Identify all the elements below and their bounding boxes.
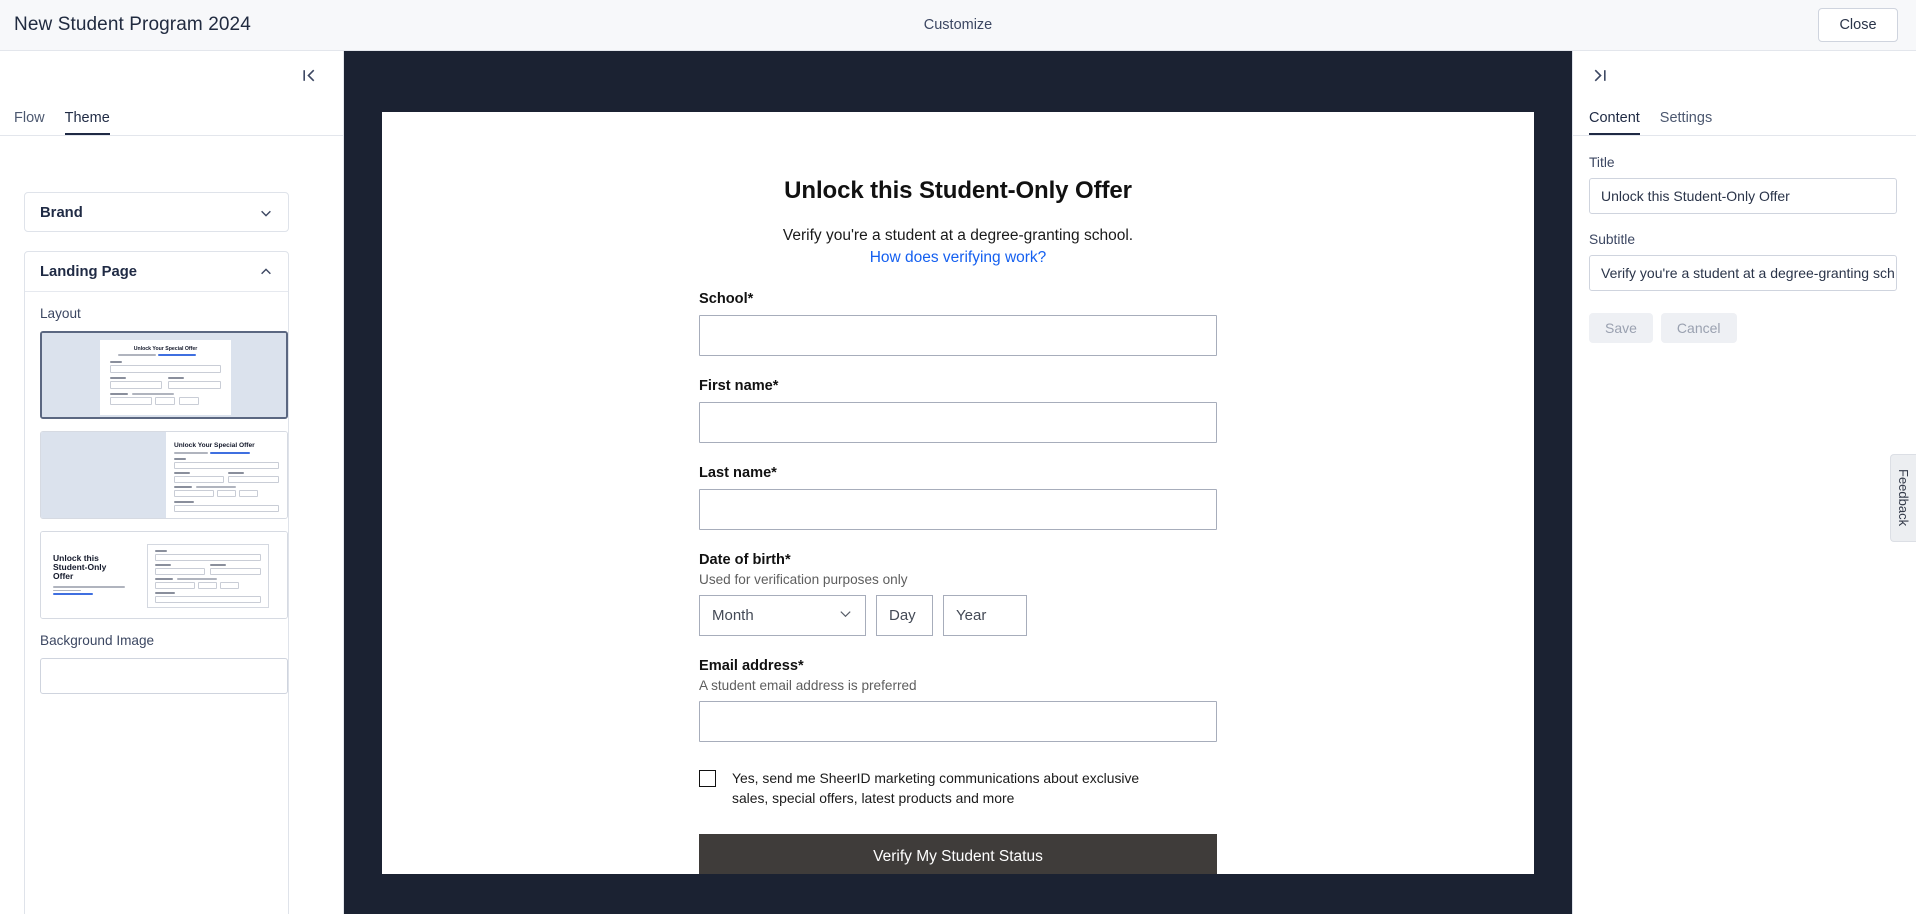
theme-sidebar: Flow Theme Brand Landing Page Layout Unl… xyxy=(0,51,344,914)
dob-day-input[interactable]: Day xyxy=(876,595,933,636)
collapse-right-panel-icon[interactable] xyxy=(1587,63,1611,87)
chevron-up-icon xyxy=(259,265,273,279)
field-email-address: Email address* A student email address i… xyxy=(699,658,1217,742)
background-image-label: Background Image xyxy=(40,633,155,648)
dob-month-value: Month xyxy=(712,607,754,624)
title-input[interactable]: Unlock this Student-Only Offer xyxy=(1589,178,1897,214)
close-button[interactable]: Close xyxy=(1818,8,1898,42)
field-last-name: Last name* xyxy=(699,465,1217,530)
thumb-title: Unlock Your Special Offer xyxy=(174,442,255,449)
subtitle-input[interactable]: Verify you're a student at a degree-gran… xyxy=(1589,255,1897,291)
field-last-name-label: Last name* xyxy=(699,465,777,481)
accordion-landing-page: Landing Page Layout Unlock Your Special … xyxy=(24,251,289,914)
thumb-card: Unlock Your Special Offer xyxy=(100,340,231,415)
feedback-tab-label: Feedback xyxy=(1896,469,1911,527)
accordion-brand[interactable]: Brand xyxy=(24,192,289,232)
content-sidebar-body: Title Unlock this Student-Only Offer Sub… xyxy=(1573,137,1916,343)
content-sidebar-tabs: Content Settings xyxy=(1573,101,1916,136)
dob-row: Month Day Year xyxy=(699,595,1217,636)
subtitle-field-label: Subtitle xyxy=(1589,232,1636,247)
tab-flow[interactable]: Flow xyxy=(14,110,45,135)
tab-content[interactable]: Content xyxy=(1589,110,1640,135)
chevron-down-icon xyxy=(838,606,853,625)
sidebar-tabs: Flow Theme xyxy=(0,101,343,136)
landing-page-content: Layout Unlock Your Special Offer Unlock … xyxy=(25,292,288,694)
how-verifying-works-link[interactable]: How does verifying work? xyxy=(382,249,1534,267)
sidebar-body: Brand Landing Page Layout Unlock Your Sp… xyxy=(0,137,343,914)
accordion-landing-page-header[interactable]: Landing Page xyxy=(25,252,288,292)
last-name-input[interactable] xyxy=(699,489,1217,530)
field-date-of-birth: Date of birth* Used for verification pur… xyxy=(699,552,1217,636)
marketing-consent-checkbox[interactable] xyxy=(699,770,716,787)
thumb-card xyxy=(147,544,269,608)
cancel-button[interactable]: Cancel xyxy=(1660,313,1737,343)
verify-my-student-status-button[interactable]: Verify My Student Status xyxy=(699,834,1217,874)
marketing-consent-row: Yes, send me SheerID marketing communica… xyxy=(699,768,1217,808)
first-name-input[interactable] xyxy=(699,402,1217,443)
collapse-left-panel-icon[interactable] xyxy=(297,63,321,87)
field-school: School* xyxy=(699,291,1217,356)
background-image-input[interactable] xyxy=(40,658,288,694)
layout-option-right-aligned[interactable]: Unlock Your Special Offer xyxy=(40,431,288,519)
thumb-title: Unlock Your Special Offer xyxy=(133,346,198,352)
thumb-hero-text: Unlock this Student-Only Offer xyxy=(53,554,131,595)
feedback-tab[interactable]: Feedback xyxy=(1890,454,1916,542)
accordion-landing-page-label: Landing Page xyxy=(40,263,138,280)
chevron-down-icon xyxy=(259,206,273,220)
accordion-brand-header[interactable]: Brand xyxy=(25,193,288,233)
dob-month-select[interactable]: Month xyxy=(699,595,866,636)
tab-theme[interactable]: Theme xyxy=(64,110,110,135)
accordion-brand-label: Brand xyxy=(40,205,83,221)
field-email-label: Email address* xyxy=(699,658,804,674)
field-school-label: School* xyxy=(699,291,754,307)
thumb-card: Unlock Your Special Offer xyxy=(166,432,287,518)
thumb-hero-line3: Offer xyxy=(53,571,74,581)
field-email-help: A student email address is preferred xyxy=(699,678,917,693)
layout-option-centered-card[interactable]: Unlock Your Special Offer xyxy=(40,331,288,419)
layout-section-label: Layout xyxy=(40,306,81,321)
field-dob-label: Date of birth* xyxy=(699,552,791,568)
form-fields: School* First name* Last name* Date of b… xyxy=(699,291,1217,874)
content-sidebar: Content Settings Title Unlock this Stude… xyxy=(1572,51,1916,914)
customize-label: Customize xyxy=(923,17,993,33)
landing-form: Unlock this Student-Only Offer Verify yo… xyxy=(382,112,1534,874)
field-first-name: First name* xyxy=(699,378,1217,443)
landing-page-preview-card: Unlock this Student-Only Offer Verify yo… xyxy=(382,112,1534,874)
save-button[interactable]: Save xyxy=(1589,313,1653,343)
school-input[interactable] xyxy=(699,315,1217,356)
dob-year-input[interactable]: Year xyxy=(943,595,1027,636)
marketing-consent-label: Yes, send me SheerID marketing communica… xyxy=(732,770,1140,807)
content-actions: Save Cancel xyxy=(1589,313,1916,343)
field-dob-help: Used for verification purposes only xyxy=(699,572,908,587)
tab-settings[interactable]: Settings xyxy=(1660,110,1712,135)
top-bar: New Student Program 2024 Customize Close xyxy=(0,0,1916,51)
field-first-name-label: First name* xyxy=(699,378,779,394)
email-input[interactable] xyxy=(699,701,1217,742)
preview-stage: Unlock this Student-Only Offer Verify yo… xyxy=(344,51,1572,914)
page-title: Unlock this Student-Only Offer xyxy=(784,177,1132,204)
page-subtitle: Verify you're a student at a degree-gran… xyxy=(782,227,1134,244)
thumb-background xyxy=(41,432,166,518)
title-field-label: Title xyxy=(1589,155,1615,170)
layout-option-split-hero[interactable]: Unlock this Student-Only Offer xyxy=(40,531,288,619)
